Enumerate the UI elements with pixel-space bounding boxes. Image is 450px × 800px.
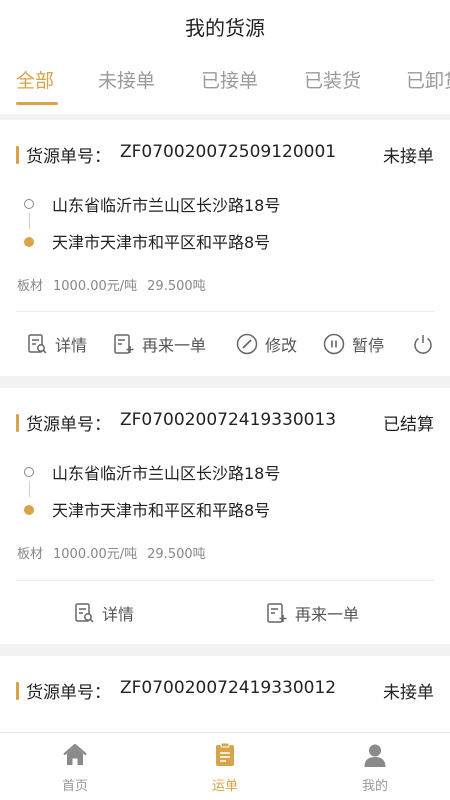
order-header: 货源单号： ZF070020072419330012 未接单 (0, 678, 450, 706)
pause-icon (323, 333, 345, 355)
order-number: ZF070020072509120001 (120, 142, 337, 162)
route-line (28, 213, 30, 229)
home-icon (63, 743, 87, 765)
tab-all[interactable]: 全部 (16, 66, 54, 93)
page-title: 我的货源 (185, 15, 265, 40)
route-origin: 山东省临沂市兰山区长沙路18号 (0, 460, 450, 486)
app-header: 我的货源 (0, 0, 450, 52)
cargo-type: 板材 (17, 279, 44, 294)
reorder-icon (267, 603, 287, 623)
details-button[interactable]: 详情 (25, 329, 87, 359)
tab-unloaded[interactable]: 已卸货 (406, 66, 450, 93)
details-label: 详情 (102, 605, 135, 624)
destination-address: 天津市天津市和平区和平路8号 (52, 233, 271, 252)
origin-address: 山东省临沂市兰山区长沙路18号 (52, 464, 281, 483)
reorder-button[interactable]: 再来一单 (112, 329, 206, 359)
nav-waybill[interactable]: 运单 (150, 733, 300, 800)
cargo-info: 板材 1000.00元/吨 29.500吨 (17, 275, 216, 294)
power-icon (414, 335, 432, 354)
origin-dot-icon (24, 467, 34, 477)
nav-home-label: 首页 (61, 779, 88, 794)
details-button[interactable]: 详情 (72, 598, 134, 628)
cargo-weight: 29.500吨 (147, 547, 206, 562)
edit-icon (236, 333, 258, 355)
reorder-label: 再来一单 (295, 605, 360, 624)
cargo-weight: 29.500吨 (147, 279, 206, 294)
route-destination: 天津市天津市和平区和平路8号 (0, 229, 450, 255)
origin-address: 山东省临沂市兰山区长沙路18号 (52, 196, 281, 215)
destination-dot-icon (24, 237, 34, 247)
accent-bar (16, 146, 19, 164)
nav-profile[interactable]: 我的 (300, 733, 450, 800)
waybill-icon (216, 742, 234, 766)
pause-label: 暂停 (352, 336, 385, 355)
order-number-label: 货源单号： (26, 683, 111, 703)
cargo-info: 板材 1000.00元/吨 29.500吨 (17, 543, 216, 562)
destination-address: 天津市天津市和平区和平路8号 (52, 501, 271, 520)
route-origin: 山东省临沂市兰山区长沙路18号 (0, 192, 450, 218)
status-badge: 未接单 (383, 683, 434, 703)
route-line (28, 481, 30, 497)
details-icon (75, 603, 94, 623)
divider (16, 311, 434, 312)
accent-bar (16, 414, 19, 432)
profile-icon (364, 744, 386, 767)
details-icon (28, 334, 47, 354)
order-header: 货源单号： ZF070020072509120001 未接单 (0, 142, 450, 170)
tab-accepted[interactable]: 已接单 (201, 66, 258, 93)
order-number: ZF070020072419330012 (120, 678, 337, 698)
reorder-label: 再来一单 (142, 336, 207, 355)
order-header: 货源单号： ZF070020072419330013 已结算 (0, 410, 450, 438)
nav-waybill-label: 运单 (211, 779, 238, 794)
divider (16, 580, 434, 581)
tab-loaded[interactable]: 已装货 (304, 66, 361, 93)
status-badge: 已结算 (383, 415, 434, 435)
status-badge: 未接单 (383, 147, 434, 167)
origin-dot-icon (24, 199, 34, 209)
bottom-nav: 首页 运单 我的 (0, 732, 450, 800)
destination-dot-icon (24, 505, 34, 515)
edit-button[interactable]: 修改 (235, 329, 297, 359)
edit-label: 修改 (265, 336, 298, 355)
details-label: 详情 (55, 336, 88, 355)
order-card[interactable]: 货源单号： ZF070020072509120001 未接单 山东省临沂市兰山区… (0, 120, 450, 376)
order-number-label: 货源单号： (26, 147, 111, 167)
pause-button[interactable]: 暂停 (322, 329, 384, 359)
tab-indicator (16, 102, 58, 105)
cargo-type: 板材 (17, 547, 44, 562)
status-tabs: 全部 未接单 已接单 已装货 已卸货 (0, 52, 450, 114)
route-destination: 天津市天津市和平区和平路8号 (0, 497, 450, 523)
order-number: ZF070020072419330013 (120, 410, 337, 430)
cargo-price: 1000.00元/吨 (53, 279, 138, 294)
nav-home[interactable]: 首页 (0, 733, 150, 800)
order-number-label: 货源单号： (26, 415, 111, 435)
reorder-icon (114, 334, 134, 354)
order-card[interactable]: 货源单号： ZF070020072419330013 已结算 山东省临沂市兰山区… (0, 388, 450, 644)
reorder-button[interactable]: 再来一单 (265, 598, 359, 628)
tab-unaccepted[interactable]: 未接单 (98, 66, 155, 93)
nav-profile-label: 我的 (361, 779, 388, 794)
power-button[interactable] (411, 329, 441, 359)
order-card[interactable]: 货源单号： ZF070020072419330012 未接单 (0, 656, 450, 732)
accent-bar (16, 682, 19, 700)
cargo-price: 1000.00元/吨 (53, 547, 138, 562)
